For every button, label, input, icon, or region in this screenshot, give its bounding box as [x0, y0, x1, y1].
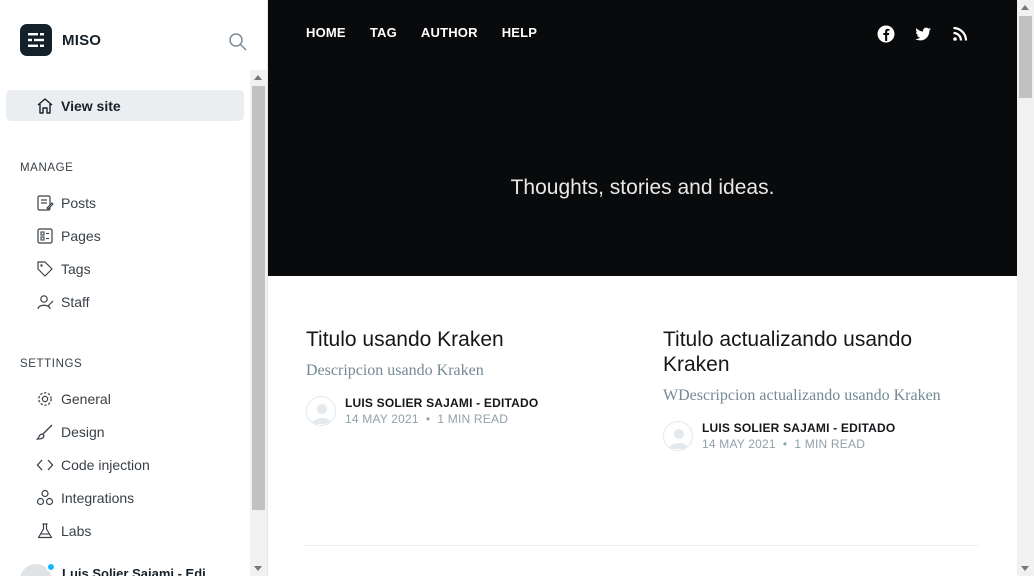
tag-icon: [36, 260, 54, 278]
nav-author[interactable]: AUTHOR: [421, 25, 478, 40]
post-excerpt: WDescripcion actualizando usando Kraken: [663, 387, 941, 404]
avatar: [20, 562, 56, 576]
meta-text: LUIS SOLIER SAJAMI - EDITADO 14 MAY 2021…: [345, 396, 538, 426]
sidebar-item-label: Pages: [61, 227, 101, 244]
sidebar-item-label: Posts: [61, 194, 97, 211]
integrations-icon: [36, 489, 54, 507]
brand[interactable]: MISO: [20, 24, 101, 56]
author-avatar[interactable]: [306, 396, 336, 426]
post-title[interactable]: Titulo actualizando usando Kraken: [663, 327, 983, 377]
scroll-up-arrow-icon[interactable]: [1021, 5, 1029, 10]
sidebar-item-label: Integrations: [61, 489, 135, 506]
sidebar-item-label: Code injection: [61, 456, 150, 473]
scrollbar-thumb[interactable]: [252, 86, 265, 510]
post-read-time: 1 MIN READ: [437, 412, 509, 426]
admin-sidebar: MISO View site MANAGE Posts Pages Tags S…: [0, 0, 268, 576]
post-meta: LUIS SOLIER SAJAMI - EDITADO 14 MAY 2021…: [663, 421, 983, 451]
brand-logo: [20, 24, 52, 56]
post-card[interactable]: Titulo actualizando usando Kraken WDescr…: [663, 327, 983, 451]
nav-home[interactable]: HOME: [306, 25, 346, 40]
post-date-line: 14 MAY 2021 • 1 MIN READ: [345, 412, 538, 426]
home-icon: [36, 97, 54, 115]
sidebar-scrollbar[interactable]: [250, 70, 267, 576]
view-site-link[interactable]: View site: [6, 90, 244, 121]
sidebar-item-posts[interactable]: Posts: [6, 187, 244, 218]
flask-icon: [36, 522, 54, 540]
sidebar-item-staff[interactable]: Staff: [6, 286, 244, 317]
status-dot: [46, 562, 56, 572]
twitter-icon[interactable]: [913, 24, 933, 44]
post-excerpt: Descripcion usando Kraken: [306, 362, 484, 379]
nav-tag[interactable]: TAG: [370, 25, 397, 40]
scrollbar-thumb[interactable]: [1019, 16, 1032, 98]
facebook-icon[interactable]: [876, 24, 896, 44]
site-header: HOME TAG AUTHOR HELP Thoughts, stories a…: [268, 0, 1017, 276]
site-description: Thoughts, stories and ideas.: [510, 176, 775, 199]
sidebar-item-label: General: [61, 390, 111, 407]
sidebar-item-label: Labs: [61, 522, 92, 539]
settings-section-label: SETTINGS: [20, 358, 83, 370]
post-date: 14 MAY 2021: [345, 412, 419, 426]
sidebar-item-label: Staff: [61, 293, 90, 310]
post-date-line: 14 MAY 2021 • 1 MIN READ: [702, 437, 895, 451]
brand-name: MISO: [62, 31, 102, 49]
post-read-time: 1 MIN READ: [794, 437, 866, 451]
sidebar-item-code-injection[interactable]: Code injection: [6, 449, 244, 480]
sidebar-item-general[interactable]: General: [6, 383, 244, 414]
posts-icon: [36, 194, 54, 212]
search-icon[interactable]: [228, 32, 248, 52]
sidebar-item-integrations[interactable]: Integrations: [6, 482, 244, 513]
bullet-separator: •: [779, 437, 791, 451]
brush-icon: [35, 423, 54, 441]
manage-section-label: MANAGE: [20, 162, 74, 174]
post-card[interactable]: Titulo usando Kraken Descripcion usando …: [306, 327, 626, 426]
sidebar-item-labs[interactable]: Labs: [6, 515, 244, 546]
site-nav: HOME TAG AUTHOR HELP: [306, 25, 561, 40]
post-author[interactable]: LUIS SOLIER SAJAMI - EDITADO: [702, 421, 895, 435]
post-date: 14 MAY 2021: [702, 437, 776, 451]
meta-text: LUIS SOLIER SAJAMI - EDITADO 14 MAY 2021…: [702, 421, 895, 451]
bullet-separator: •: [422, 412, 434, 426]
code-icon: [36, 456, 54, 474]
post-title[interactable]: Titulo usando Kraken: [306, 327, 626, 352]
gear-icon: [36, 390, 54, 408]
nav-help[interactable]: HELP: [502, 25, 537, 40]
scroll-down-arrow-icon[interactable]: [254, 566, 262, 571]
sidebar-item-design[interactable]: Design: [6, 416, 244, 447]
user-name: Luis Solier Sajami - Edi: [62, 565, 206, 576]
feed-divider: [305, 545, 979, 546]
sidebar-item-label: Design: [61, 423, 105, 440]
user-menu[interactable]: Luis Solier Sajami - Edi: [20, 562, 206, 576]
sidebar-item-label: Tags: [61, 260, 91, 277]
page-scrollbar[interactable]: [1017, 0, 1034, 576]
post-author[interactable]: LUIS SOLIER SAJAMI - EDITADO: [345, 396, 538, 410]
post-meta: LUIS SOLIER SAJAMI - EDITADO 14 MAY 2021…: [306, 396, 626, 426]
scroll-down-arrow-icon[interactable]: [1021, 566, 1029, 571]
author-avatar[interactable]: [663, 421, 693, 451]
staff-icon: [36, 293, 54, 311]
sidebar-item-tags[interactable]: Tags: [6, 253, 244, 284]
pages-icon: [36, 227, 54, 245]
scroll-up-arrow-icon[interactable]: [254, 75, 262, 80]
rss-icon[interactable]: [950, 24, 970, 44]
sidebar-item-pages[interactable]: Pages: [6, 220, 244, 251]
view-site-label: View site: [61, 97, 121, 114]
